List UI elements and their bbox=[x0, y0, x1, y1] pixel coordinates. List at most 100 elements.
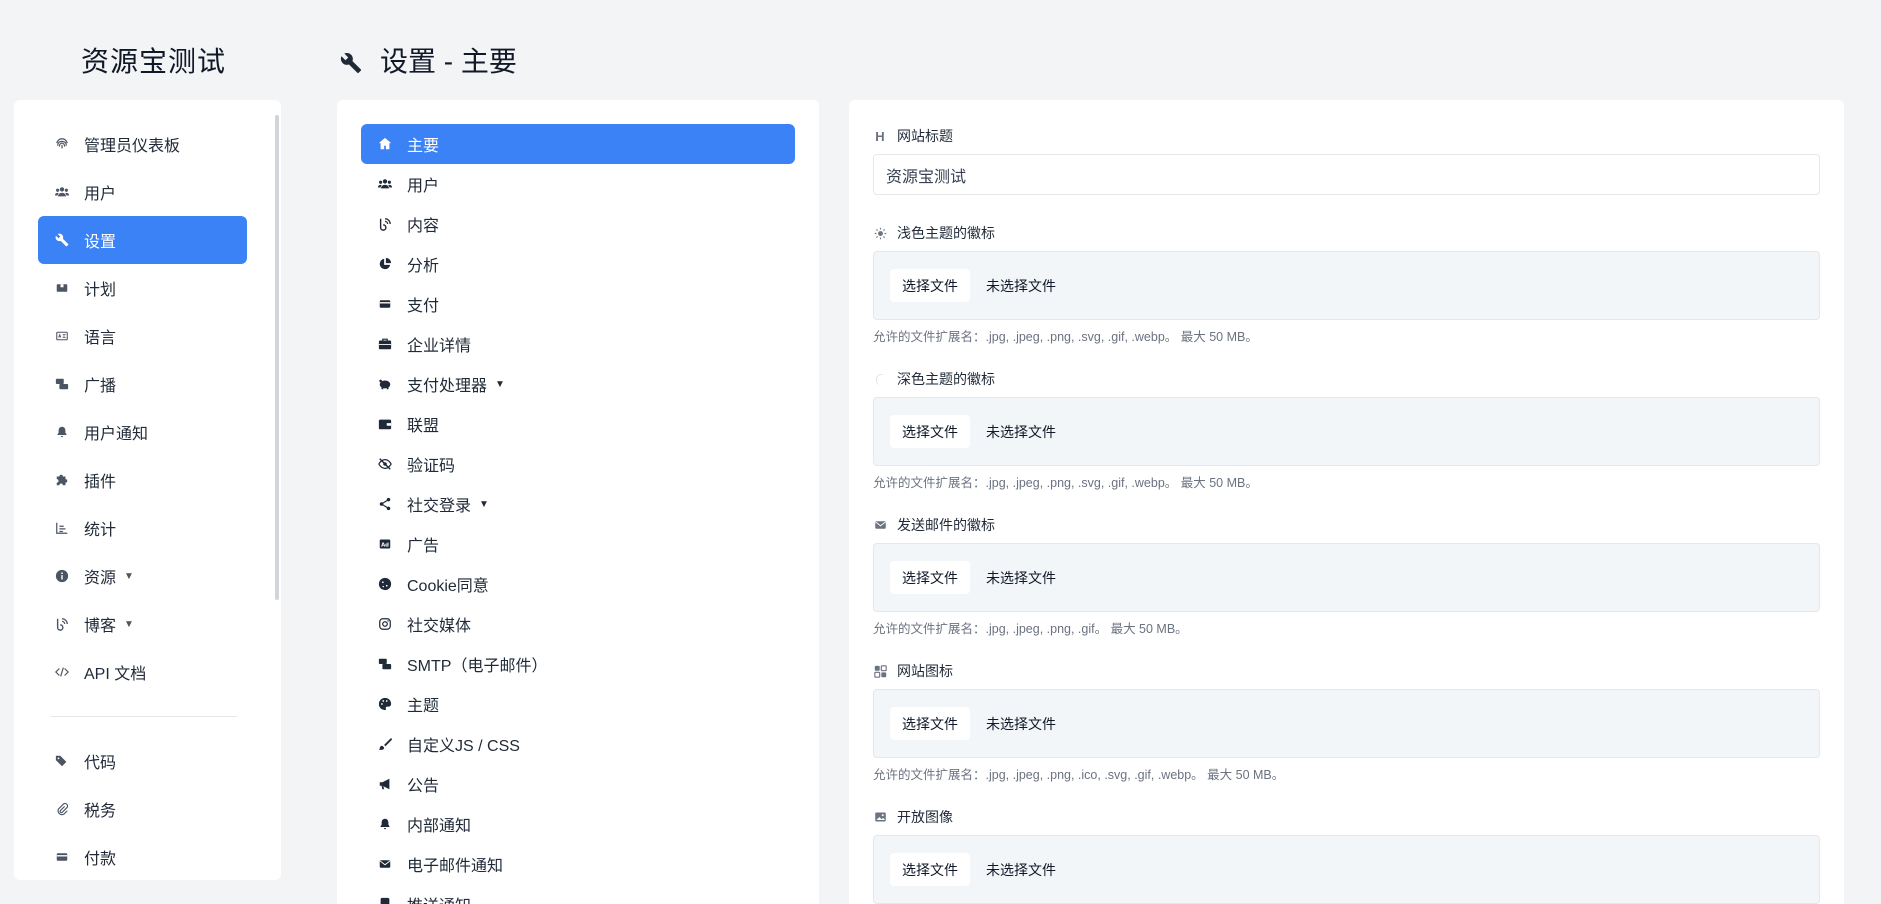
menu-item-label: 内容 bbox=[407, 218, 440, 235]
opengraph-file-input[interactable]: 选择文件 未选择文件 bbox=[873, 835, 1820, 904]
info-icon bbox=[54, 568, 70, 584]
sidebar-item-plans[interactable]: 计划 bbox=[38, 264, 247, 312]
box-icon bbox=[54, 280, 70, 296]
language-card-icon bbox=[54, 328, 70, 344]
menu-item-analytics[interactable]: 分析 bbox=[361, 244, 795, 284]
menu-item-label: 内部通知 bbox=[407, 818, 472, 835]
sidebar-item-user-notifications[interactable]: 用户通知 bbox=[38, 408, 247, 456]
file-status: 未选择文件 bbox=[986, 569, 1056, 586]
menu-item-label: 企业详情 bbox=[407, 338, 472, 355]
email-logo-file-input[interactable]: 选择文件 未选择文件 bbox=[873, 543, 1820, 612]
menu-item-social-login[interactable]: 社交登录 ▼ bbox=[361, 484, 795, 524]
sidebar-item-resources[interactable]: 资源 ▼ bbox=[38, 552, 247, 600]
sidebar-item-plugins[interactable]: 插件 bbox=[38, 456, 247, 504]
home-icon bbox=[377, 136, 393, 152]
menu-item-affiliate[interactable]: 联盟 bbox=[361, 404, 795, 444]
sidebar-item-label: 税务 bbox=[84, 803, 117, 820]
bullhorn-icon bbox=[377, 776, 393, 792]
menu-item-cookie-consent[interactable]: Cookie同意 bbox=[361, 564, 795, 604]
wrench-icon bbox=[54, 232, 70, 248]
menu-item-label: 支付处理器 bbox=[407, 378, 488, 395]
menu-item-label: 自定义JS / CSS bbox=[407, 738, 520, 755]
blog-icon bbox=[54, 616, 70, 632]
chevron-down-icon: ▼ bbox=[124, 618, 134, 630]
ad-icon: Ad bbox=[377, 536, 393, 552]
site-title-input[interactable]: 资源宝测试 bbox=[873, 154, 1820, 195]
broadcast-icon bbox=[54, 376, 70, 392]
sidebar-item-label: 语言 bbox=[84, 330, 117, 347]
sidebar-item-taxes[interactable]: 税务 bbox=[38, 785, 247, 833]
bell-icon bbox=[377, 816, 393, 832]
puzzle-icon bbox=[54, 472, 70, 488]
sidebar-item-admin-dashboard[interactable]: 管理员仪表板 bbox=[38, 120, 247, 168]
sidebar-item-broadcasts[interactable]: 广播 bbox=[38, 360, 247, 408]
email-logo-label: 发送邮件的徽标 bbox=[873, 515, 1820, 535]
sidebar-item-label: 设置 bbox=[84, 234, 117, 251]
menu-item-main[interactable]: 主要 bbox=[361, 124, 795, 164]
help-text: 允许的文件扩展名：.jpg, .jpeg, .png, .svg, .gif, … bbox=[873, 476, 1258, 490]
menu-item-captcha[interactable]: 验证码 bbox=[361, 444, 795, 484]
menu-item-label: 推送通知 bbox=[407, 892, 471, 904]
menu-item-label: 联盟 bbox=[407, 418, 440, 435]
chevron-down-icon: ▼ bbox=[124, 570, 134, 582]
sidebar-item-payments[interactable]: 付款 bbox=[38, 833, 247, 880]
menu-item-users[interactable]: 用户 bbox=[361, 164, 795, 204]
menu-item-theme[interactable]: 主题 bbox=[361, 684, 795, 724]
sidebar-item-blog[interactable]: 博客 ▼ bbox=[38, 600, 247, 648]
page-title: 设置 - 主要 bbox=[340, 40, 517, 80]
users-icon bbox=[377, 176, 393, 192]
menu-item-announcements[interactable]: 公告 bbox=[361, 764, 795, 804]
menu-item-smtp[interactable]: SMTP（电子邮件） bbox=[361, 644, 795, 684]
menu-item-label: 用户 bbox=[407, 178, 440, 195]
dark-logo-label: 深色主题的徽标 bbox=[873, 369, 1820, 389]
opengraph-label: 开放图像 bbox=[873, 807, 1820, 827]
menu-item-content[interactable]: 内容 bbox=[361, 204, 795, 244]
choose-file-button[interactable]: 选择文件 bbox=[890, 269, 970, 302]
menu-item-custom-js-css[interactable]: 自定义JS / CSS bbox=[361, 724, 795, 764]
choose-file-button[interactable]: 选择文件 bbox=[890, 853, 970, 886]
menu-item-email-notifications[interactable]: 电子邮件通知 bbox=[361, 844, 795, 884]
light-logo-label: 浅色主题的徽标 bbox=[873, 223, 1820, 243]
sidebar-item-label: 统计 bbox=[84, 522, 117, 539]
choose-file-button[interactable]: 选择文件 bbox=[890, 415, 970, 448]
choose-file-button[interactable]: 选择文件 bbox=[890, 561, 970, 594]
sidebar-item-label: 博客 bbox=[84, 618, 117, 635]
sidebar-item-settings[interactable]: 设置 bbox=[38, 216, 247, 264]
menu-item-label: 广告 bbox=[407, 538, 440, 555]
sidebar-item-statistics[interactable]: 统计 bbox=[38, 504, 247, 552]
favicon-file-input[interactable]: 选择文件 未选择文件 bbox=[873, 689, 1820, 758]
dark-logo-file-input[interactable]: 选择文件 未选择文件 bbox=[873, 397, 1820, 466]
pie-chart-icon bbox=[377, 256, 393, 272]
menu-item-social-media[interactable]: 社交媒体 bbox=[361, 604, 795, 644]
menu-item-label: SMTP（电子邮件） bbox=[407, 658, 548, 675]
credit-card-icon bbox=[377, 296, 393, 312]
sidebar-item-label: 用户 bbox=[84, 186, 117, 203]
menu-item-push-notifications[interactable]: 推送通知 bbox=[361, 884, 795, 904]
sidebar-item-languages[interactable]: 语言 bbox=[38, 312, 247, 360]
light-logo-file-input[interactable]: 选择文件 未选择文件 bbox=[873, 251, 1820, 320]
paperclip-icon bbox=[54, 801, 70, 817]
menu-item-payment-processors[interactable]: 支付处理器 ▼ bbox=[361, 364, 795, 404]
credit-card-icon bbox=[54, 849, 70, 865]
brand-title[interactable]: 资源宝测试 bbox=[81, 40, 226, 80]
sidebar-item-codes[interactable]: 代码 bbox=[38, 737, 247, 785]
sidebar-item-label: 用户通知 bbox=[84, 426, 149, 443]
menu-item-payment[interactable]: 支付 bbox=[361, 284, 795, 324]
choose-file-button[interactable]: 选择文件 bbox=[890, 707, 970, 740]
menu-item-ads[interactable]: Ad 广告 bbox=[361, 524, 795, 564]
sidebar-item-users[interactable]: 用户 bbox=[38, 168, 247, 216]
menu-item-label: 电子邮件通知 bbox=[407, 858, 504, 875]
menu-item-internal-notifications[interactable]: 内部通知 bbox=[361, 804, 795, 844]
sun-icon bbox=[873, 226, 887, 240]
menu-item-label: 社交登录 bbox=[407, 498, 472, 515]
sidebar-item-api-docs[interactable]: API 文档 bbox=[38, 648, 247, 696]
wallet-icon bbox=[377, 416, 393, 432]
menu-item-label: 公告 bbox=[407, 778, 440, 795]
sidebar-scrollbar[interactable] bbox=[275, 115, 279, 600]
tags-icon bbox=[54, 753, 70, 769]
chevron-down-icon: ▼ bbox=[479, 498, 489, 510]
favicon-icon bbox=[873, 664, 887, 678]
menu-item-business[interactable]: 企业详情 bbox=[361, 324, 795, 364]
sidebar-item-label: 插件 bbox=[84, 474, 117, 491]
help-text: 允许的文件扩展名：.jpg, .jpeg, .png, .gif。 最大 50 … bbox=[873, 622, 1188, 636]
